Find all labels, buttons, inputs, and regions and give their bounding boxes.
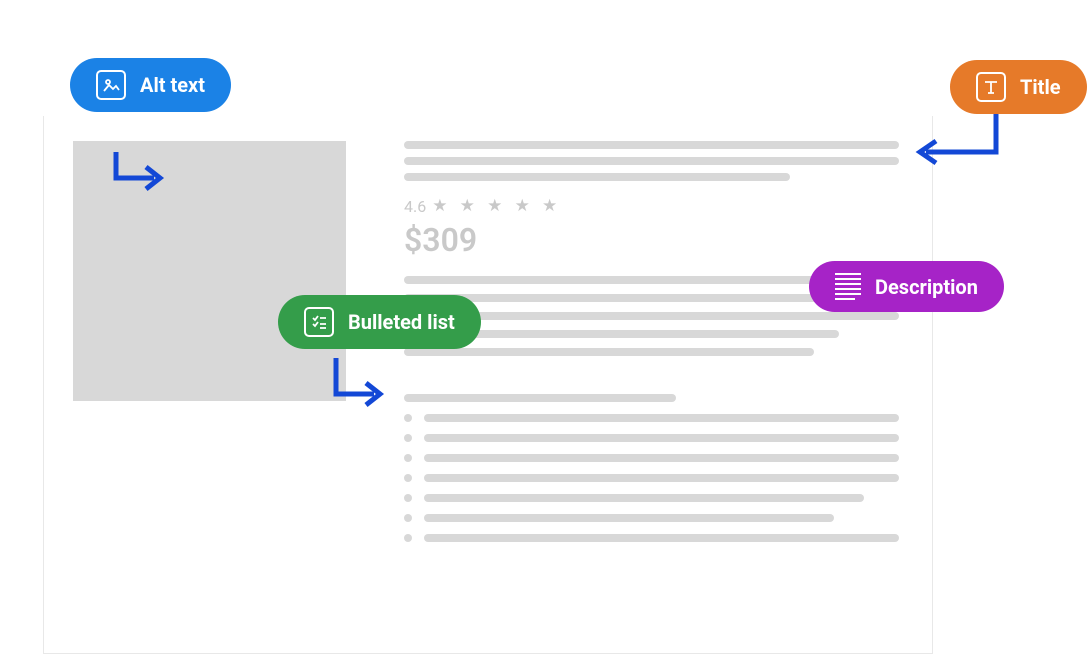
bullet-header-line [404, 394, 676, 402]
arrow-bulleted [324, 358, 394, 418]
bullet-dot [404, 414, 412, 422]
badge-description: Description [809, 261, 1004, 312]
bullet-dot [404, 434, 412, 442]
text-icon [976, 72, 1006, 102]
title-line [404, 141, 899, 149]
rating-value: 4.6 [404, 197, 426, 216]
bullet-line [424, 414, 899, 422]
bullet-dot [404, 514, 412, 522]
bullet-line [424, 474, 899, 482]
title-line [404, 173, 790, 181]
diagram-canvas: 4.6 ★ ★ ★ ★ ★ $309 [0, 0, 1090, 654]
badge-title: Title [950, 60, 1087, 114]
description-line [404, 348, 814, 356]
badge-label: Title [1020, 75, 1061, 99]
bullet-dot [404, 494, 412, 502]
badge-bulleted-list: Bulleted list [278, 295, 481, 349]
image-icon [96, 70, 126, 100]
badge-label: Description [875, 275, 978, 299]
badge-alt-text: Alt text [70, 58, 231, 112]
bullet-dot [404, 474, 412, 482]
bullet-line [424, 454, 899, 462]
bullet-line [424, 534, 899, 542]
checklist-icon [304, 307, 334, 337]
bullet-line [424, 514, 834, 522]
bullet-line [424, 494, 864, 502]
price: $309 [404, 221, 477, 259]
bullet-dot [404, 534, 412, 542]
product-card: 4.6 ★ ★ ★ ★ ★ $309 [43, 116, 933, 654]
badge-label: Bulleted list [348, 310, 455, 334]
star-icon: ★ ★ ★ ★ ★ [432, 196, 561, 216]
badge-label: Alt text [140, 73, 205, 97]
arrow-title [906, 114, 1006, 174]
bullet-dot [404, 454, 412, 462]
bullet-line [424, 434, 899, 442]
lines-icon [835, 273, 861, 300]
arrow-alt-text [106, 152, 166, 202]
title-line [404, 157, 899, 165]
rating: 4.6 ★ ★ ★ ★ ★ [404, 196, 561, 216]
